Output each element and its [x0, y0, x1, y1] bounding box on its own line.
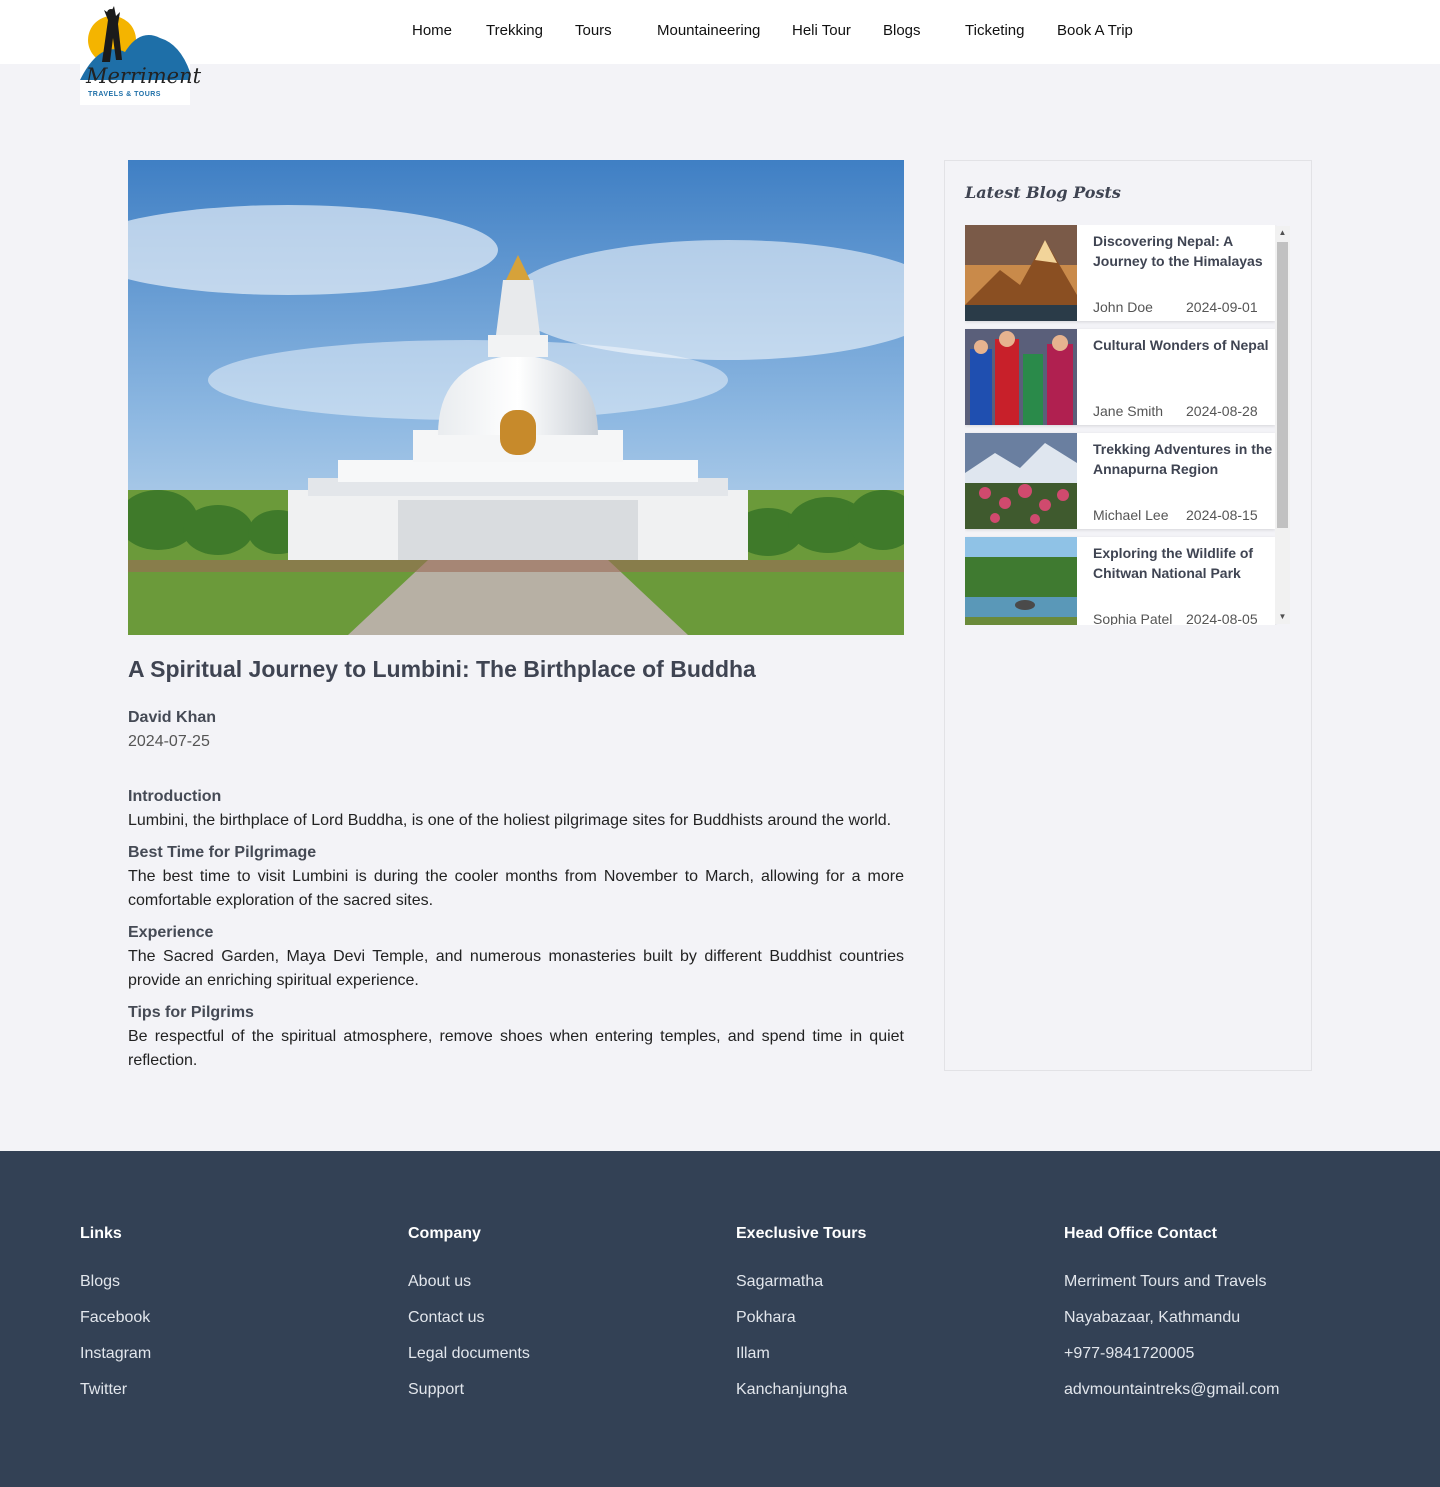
logo-wordmark: Merriment — [86, 64, 202, 88]
blog-date: 2024-09-01 — [1186, 299, 1258, 315]
section-text: The best time to visit Lumbini is during… — [128, 868, 904, 909]
post-author: David Khan — [128, 709, 217, 726]
footer-col-title: Head Office Contact — [1064, 1225, 1217, 1242]
blog-title[interactable]: Trekking Adventures in the Annapurna Reg… — [1093, 439, 1275, 479]
footer-link-blogs[interactable]: Blogs — [80, 1271, 380, 1307]
footer-link-sagarmatha[interactable]: Sagarmatha — [736, 1271, 1036, 1307]
blog-author: John Doe — [1093, 299, 1153, 315]
footer-link-twitter[interactable]: Twitter — [80, 1379, 380, 1415]
section-heading: Introduction — [128, 788, 222, 805]
blog-list[interactable]: Discovering Nepal: A Journey to the Hima… — [965, 225, 1291, 625]
wildlife-thumb — [965, 537, 1077, 625]
footer-link-about[interactable]: About us — [408, 1271, 708, 1307]
footer-link-contact[interactable]: Contact us — [408, 1307, 708, 1343]
post-content: Introduction Lumbini, the birthplace of … — [128, 785, 904, 1081]
section-introduction: Introduction Lumbini, the birthplace of … — [128, 785, 904, 833]
section-text: The Sacred Garden, Maya Devi Temple, and… — [128, 948, 904, 989]
blog-thumbnail — [965, 329, 1077, 425]
blog-title[interactable]: Cultural Wonders of Nepal — [1093, 335, 1275, 355]
blog-card[interactable]: Trekking Adventures in the Annapurna Reg… — [965, 433, 1275, 529]
footer-col-title: Company — [408, 1225, 481, 1242]
sidebar-title: Latest Blog Posts — [965, 183, 1121, 202]
footer-col-title: Links — [80, 1225, 122, 1242]
section-tips: Tips for Pilgrims Be respectful of the s… — [128, 1001, 904, 1073]
footer-company-name: Merriment Tours and Travels — [1064, 1273, 1267, 1290]
blog-card[interactable]: Exploring the Wildlife of Chitwan Nation… — [965, 537, 1275, 625]
nav-tours[interactable]: Tours — [575, 22, 612, 39]
section-heading: Best Time for Pilgrimage — [128, 844, 317, 861]
nav-ticketing[interactable]: Ticketing — [965, 22, 1024, 39]
blog-list-scrollbar[interactable]: ▲ ▼ — [1275, 226, 1290, 624]
blog-title[interactable]: Discovering Nepal: A Journey to the Hima… — [1093, 231, 1275, 271]
footer-link-support[interactable]: Support — [408, 1379, 708, 1415]
hero-image — [128, 160, 904, 635]
mountain-thumb — [965, 225, 1077, 321]
nav-blogs[interactable]: Blogs — [883, 22, 921, 39]
footer-col-title: Execlusive Tours — [736, 1225, 867, 1242]
blog-card[interactable]: Discovering Nepal: A Journey to the Hima… — [965, 225, 1275, 321]
footer-address: Nayabazaar, Kathmandu — [1064, 1309, 1241, 1326]
logo-graphic — [80, 6, 190, 80]
footer-link-facebook[interactable]: Facebook — [80, 1307, 380, 1343]
nav-heli-tour[interactable]: Heli Tour — [792, 22, 851, 39]
latest-posts-sidebar: Latest Blog Posts Discovering Nepal: A J… — [944, 160, 1312, 1071]
section-heading: Experience — [128, 924, 214, 941]
section-text: Lumbini, the birthplace of Lord Buddha, … — [128, 812, 892, 829]
blog-author: Michael Lee — [1093, 507, 1169, 523]
footer-link-kanchanjungha[interactable]: Kanchanjungha — [736, 1379, 1036, 1415]
blog-thumbnail — [965, 225, 1077, 321]
logo-subtitle: TRAVELS & TOURS — [88, 91, 161, 98]
blog-date: 2024-08-28 — [1186, 403, 1258, 419]
site-logo[interactable]: Merriment TRAVELS & TOURS — [80, 0, 201, 105]
footer-link-legal[interactable]: Legal documents — [408, 1343, 708, 1379]
nav-home[interactable]: Home — [412, 22, 452, 39]
nav-mountaineering[interactable]: Mountaineering — [657, 22, 760, 39]
rhododendron-thumb — [965, 433, 1077, 529]
blog-author: Sophia Patel — [1093, 611, 1173, 625]
post-date: 2024-07-25 — [128, 733, 210, 750]
culture-thumb — [965, 329, 1077, 425]
blog-thumbnail — [965, 433, 1077, 529]
site-footer: Links Blogs Facebook Instagram Twitter C… — [0, 1151, 1440, 1487]
scroll-down-arrow-icon[interactable]: ▼ — [1275, 610, 1290, 624]
blog-date: 2024-08-05 — [1186, 611, 1258, 625]
post-title: A Spiritual Journey to Lumbini: The Birt… — [128, 656, 756, 682]
nav-trekking[interactable]: Trekking — [486, 22, 543, 39]
footer-link-illam[interactable]: Illam — [736, 1343, 1036, 1379]
footer-col-contact: Head Office Contact Merriment Tours and … — [1064, 1223, 1404, 1415]
nav-book-a-trip[interactable]: Book A Trip — [1057, 22, 1133, 39]
blog-author: Jane Smith — [1093, 403, 1164, 419]
blog-thumbnail — [965, 537, 1077, 625]
section-experience: Experience The Sacred Garden, Maya Devi … — [128, 921, 904, 993]
footer-phone[interactable]: +977-9841720005 — [1064, 1343, 1404, 1379]
section-heading: Tips for Pilgrims — [128, 1004, 254, 1021]
section-text: Be respectful of the spiritual atmospher… — [128, 1028, 904, 1069]
footer-col-tours: Execlusive Tours Sagarmatha Pokhara Illa… — [736, 1223, 1036, 1415]
blog-card[interactable]: Cultural Wonders of Nepal Jane Smith 202… — [965, 329, 1275, 425]
footer-email[interactable]: advmountaintreks@gmail.com — [1064, 1379, 1404, 1415]
footer-link-pokhara[interactable]: Pokhara — [736, 1307, 1036, 1343]
blog-title[interactable]: Exploring the Wildlife of Chitwan Nation… — [1093, 543, 1275, 583]
stupa-illustration — [128, 160, 904, 635]
site-header: Home Trekking Tours Mountaineering Heli … — [0, 0, 1440, 64]
section-best-time: Best Time for Pilgrimage The best time t… — [128, 841, 904, 913]
blog-date: 2024-08-15 — [1186, 507, 1258, 523]
footer-link-instagram[interactable]: Instagram — [80, 1343, 380, 1379]
scroll-up-arrow-icon[interactable]: ▲ — [1275, 226, 1290, 240]
footer-col-company: Company About us Contact us Legal docume… — [408, 1223, 708, 1415]
scroll-thumb[interactable] — [1277, 242, 1288, 528]
footer-col-links: Links Blogs Facebook Instagram Twitter — [80, 1223, 380, 1415]
